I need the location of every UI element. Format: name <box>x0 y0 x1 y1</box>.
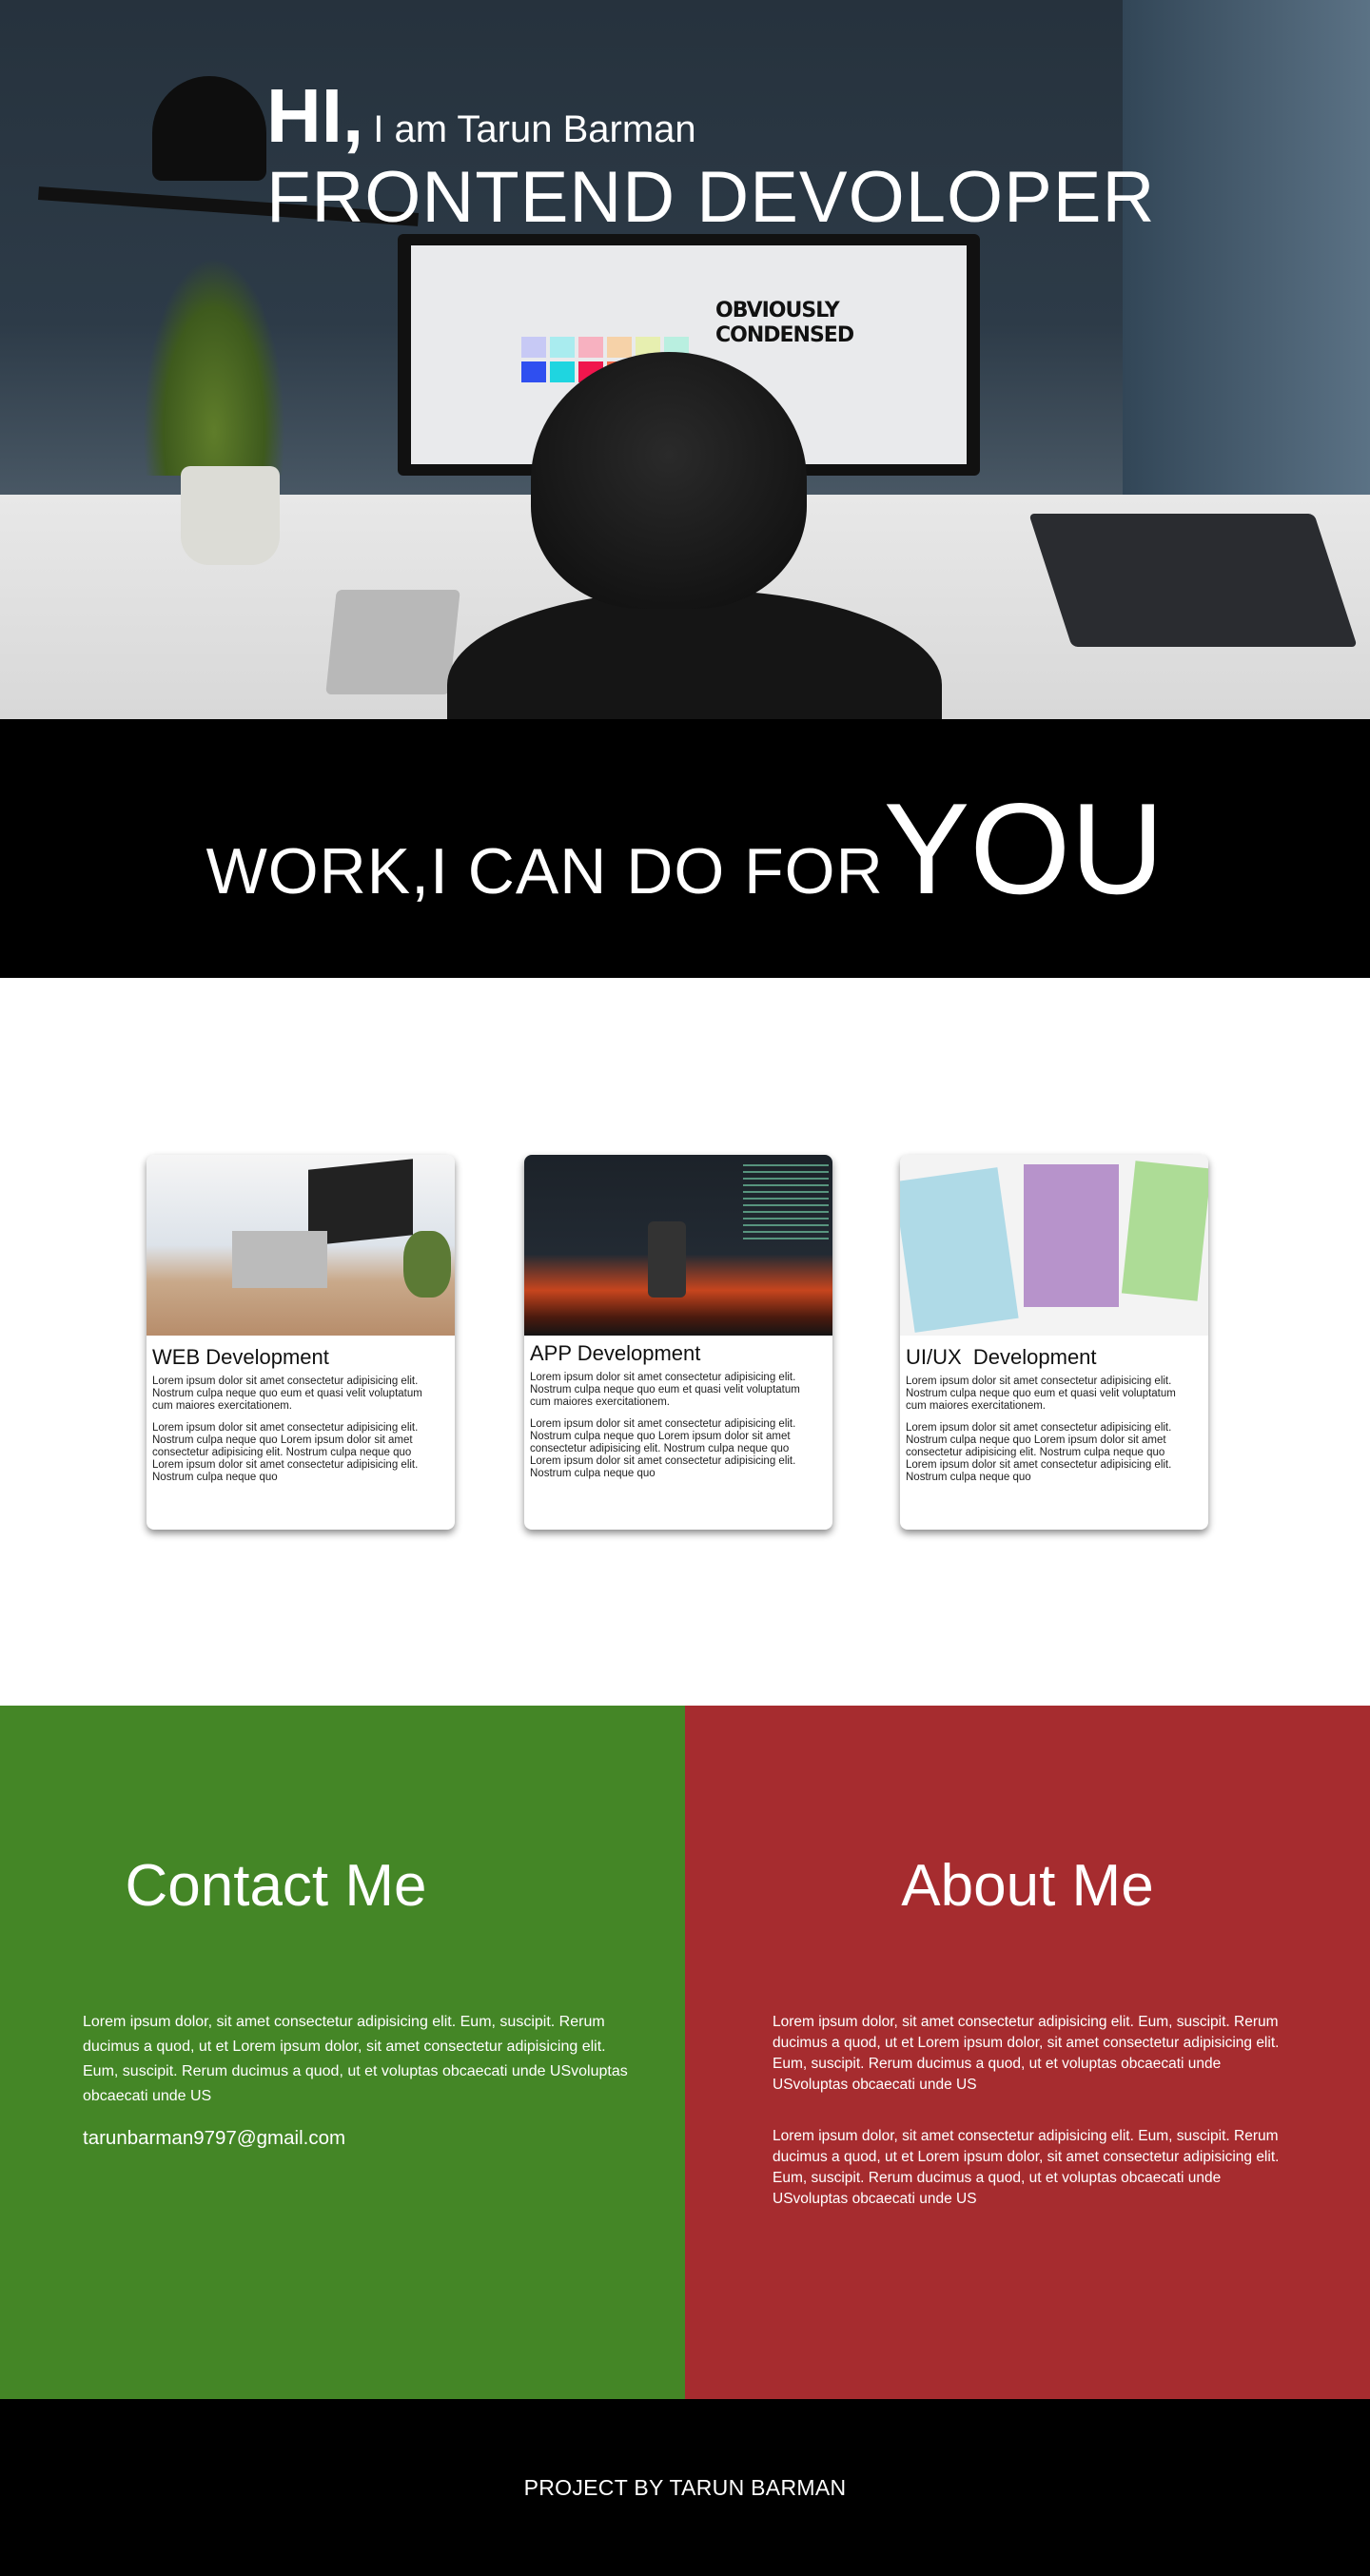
lamp-image <box>152 76 266 181</box>
service-card-web[interactable]: WEB Development Lorem ipsum dolor sit am… <box>147 1155 455 1530</box>
uiux-development-image <box>900 1155 1208 1336</box>
card-description: Lorem ipsum dolor sit amet consectetur a… <box>906 1422 1172 1483</box>
contact-title: Contact Me <box>125 1853 427 1919</box>
plant-leaves-image <box>143 257 285 476</box>
hero-heading: HI, I am Tarun Barman FRONTEND DEVOLOPER <box>266 74 1155 238</box>
contact-email[interactable]: tarunbarman9797@gmail.com <box>83 2127 345 2150</box>
hero-role: FRONTEND DEVOLOPER <box>266 157 1156 238</box>
footer: PROJECT BY TARUN BARMAN <box>0 2399 1370 2576</box>
hero-greeting: HI, <box>266 73 364 158</box>
app-development-image <box>524 1155 832 1336</box>
info-section: Contact Me Lorem ipsum dolor, sit amet c… <box>0 1706 1370 2399</box>
plant-pot-image <box>181 466 280 565</box>
about-title: About Me <box>901 1853 1154 1919</box>
hero-intro: I am Tarun Barman <box>373 108 696 150</box>
contact-text: Lorem ipsum dolor, sit amet consectetur … <box>83 2014 628 2104</box>
service-card-uiux[interactable]: UI/UX Development Lorem ipsum dolor sit … <box>900 1155 1208 1530</box>
card-title: UI/UX Development <box>906 1345 1097 1369</box>
banner-text-small: WORK,I CAN DO FOR <box>206 835 884 907</box>
banner-text-big: YOU <box>883 776 1164 921</box>
about-text-2: Lorem ipsum dolor, sit amet consectetur … <box>773 2128 1280 2207</box>
card-description: Lorem ipsum dolor sit amet consectetur a… <box>530 1372 800 1408</box>
contact-section: Contact Me Lorem ipsum dolor, sit amet c… <box>0 1706 685 2399</box>
footer-text: PROJECT BY TARUN BARMAN <box>523 2474 847 2500</box>
card-description: Lorem ipsum dolor sit amet consectetur a… <box>152 1422 419 1483</box>
person-headphones-image <box>531 352 807 609</box>
card-title: APP Development <box>530 1341 701 1365</box>
card-description: Lorem ipsum dolor sit amet consectetur a… <box>152 1376 422 1412</box>
card-title: WEB Development <box>152 1345 329 1369</box>
service-card-app[interactable]: APP Development Lorem ipsum dolor sit am… <box>524 1155 832 1530</box>
card-description: Lorem ipsum dolor sit amet consectetur a… <box>530 1418 796 1479</box>
about-text-1: Lorem ipsum dolor, sit amet consectetur … <box>773 2014 1280 2093</box>
web-development-image <box>147 1155 455 1336</box>
work-banner: WORK,I CAN DO FOR YOU <box>0 719 1370 978</box>
hero-greeting-line: HI, I am Tarun Barman <box>266 74 1155 158</box>
phone-image <box>325 590 460 694</box>
hero-section: OBVIOUSLY CONDENSED HI, I am Tarun Barma… <box>0 0 1370 719</box>
laptop-image <box>1028 514 1358 647</box>
banner-text: WORK,I CAN DO FOR YOU <box>206 784 1164 913</box>
screen-title-text: OBVIOUSLY CONDENSED <box>715 299 854 347</box>
services-section: WEB Development Lorem ipsum dolor sit am… <box>0 978 1370 1706</box>
about-section: About Me Lorem ipsum dolor, sit amet con… <box>685 1706 1370 2399</box>
card-description: Lorem ipsum dolor sit amet consectetur a… <box>906 1376 1176 1412</box>
